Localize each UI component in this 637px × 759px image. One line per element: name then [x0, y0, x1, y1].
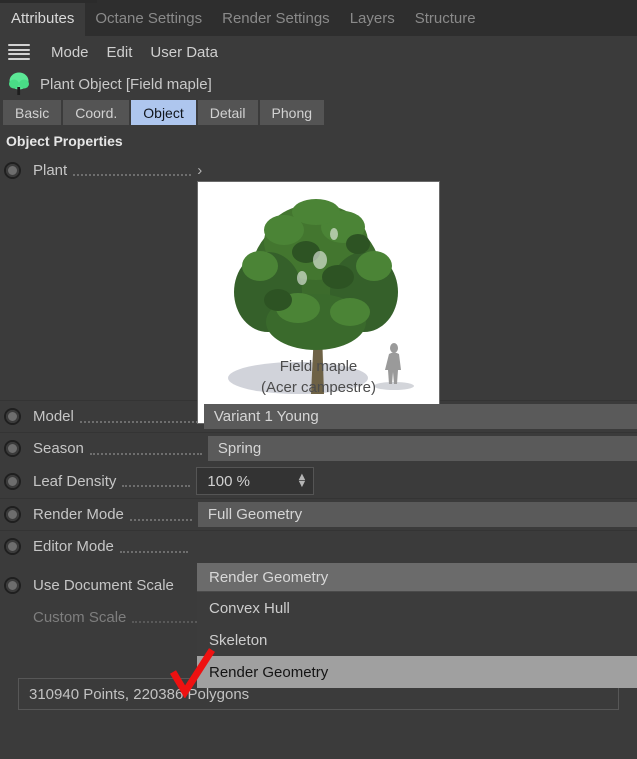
attributes-panel: Attributes Octane Settings Render Settin… [0, 0, 637, 759]
menu-item-user-data[interactable]: User Data [141, 44, 227, 61]
leaf-density-label: Leaf Density [33, 472, 117, 490]
render-mode-select[interactable]: Full Geometry [197, 502, 637, 527]
render-mode-leader-dots [129, 509, 192, 521]
plant-chevron-right-icon[interactable]: › [197, 162, 208, 179]
status-bar-text: 310940 Points, 220386 Polygons [29, 685, 250, 703]
preview-caption-common-name: Field maple [279, 358, 358, 375]
subtab-coord-label: Coord. [75, 104, 118, 121]
season-label: Season [33, 440, 84, 457]
tab-structure-label: Structure [414, 9, 476, 27]
subtab-detail[interactable]: Detail [197, 100, 258, 125]
property-row-leaf-density[interactable]: Leaf Density 100 % ▲ ▼ [0, 464, 637, 498]
property-row-editor-mode[interactable]: Editor Mode [0, 531, 637, 562]
preview-caption-latin-name: (Acer campestre) [260, 379, 377, 396]
tab-octane-settings[interactable]: Octane Settings [85, 0, 212, 36]
menu-item-mode[interactable]: Mode [42, 44, 98, 61]
active-tab-topline [0, 0, 97, 3]
property-row-render-mode[interactable]: Render Mode Full Geometry [0, 499, 637, 530]
tab-layers-label: Layers [349, 9, 395, 27]
property-row-season[interactable]: Season Spring [0, 433, 637, 464]
editor-mode-dropdown-list: Convex Hull Skeleton Render Geometry [197, 591, 637, 688]
use-document-scale-radio-icon[interactable] [4, 576, 21, 594]
leaf-density-stepper[interactable]: 100 % ▲ ▼ [196, 467, 315, 495]
tab-attributes-label: Attributes [11, 9, 75, 27]
tab-bar: Attributes Octane Settings Render Settin… [0, 0, 637, 36]
model-select[interactable]: Variant 1 Young [203, 404, 637, 429]
tab-structure[interactable]: Structure [405, 0, 486, 36]
render-mode-label: Render Mode [33, 506, 124, 523]
tab-octane-settings-label: Octane Settings [95, 9, 203, 27]
custom-scale-leader-dots [132, 611, 205, 623]
menu-item-mode-label: Mode [51, 43, 89, 61]
subtab-basic[interactable]: Basic [3, 100, 62, 125]
use-document-scale-label: Use Document Scale [33, 576, 174, 594]
model-label: Model [33, 408, 74, 425]
section-title-object-properties: Object Properties [6, 133, 123, 149]
property-row-model[interactable]: Model Variant 1 Young [0, 401, 637, 432]
leaf-density-radio-icon[interactable] [4, 472, 21, 490]
menu-bar: Mode Edit User Data [0, 36, 637, 68]
subtab-coord[interactable]: Coord. [63, 100, 130, 125]
menu-item-edit-label: Edit [106, 43, 133, 61]
stepper-arrows-icon[interactable]: ▲ ▼ [297, 472, 308, 490]
editor-mode-label: Editor Mode [33, 538, 114, 555]
dropdown-option-convex-hull[interactable]: Convex Hull [197, 592, 637, 624]
leaf-density-leader-dots [122, 475, 191, 487]
menu-item-edit[interactable]: Edit [98, 44, 142, 61]
tab-render-settings[interactable]: Render Settings [212, 0, 340, 36]
render-mode-radio-icon[interactable] [4, 506, 21, 523]
model-leader-dots [79, 411, 198, 423]
object-header-title: Plant Object [Field maple] [40, 75, 212, 93]
subtab-object[interactable]: Object [131, 100, 196, 125]
editor-mode-leader-dots [119, 541, 188, 553]
subtab-object-label: Object [143, 104, 184, 121]
season-select[interactable]: Spring [207, 436, 637, 461]
editor-mode-radio-icon[interactable] [4, 538, 21, 555]
dropdown-option-render-geometry-label: Render Geometry [209, 663, 329, 681]
hamburger-icon[interactable] [6, 43, 32, 61]
tab-render-settings-label: Render Settings [222, 9, 330, 27]
editor-mode-select-value[interactable]: Render Geometry [197, 563, 637, 591]
season-leader-dots [89, 443, 202, 455]
custom-scale-label: Custom Scale [33, 608, 127, 626]
dropdown-option-convex-hull-label: Convex Hull [209, 599, 290, 617]
object-header: Plant Object [Field maple] [0, 68, 637, 100]
leaf-density-value: 100 % [207, 472, 250, 490]
model-radio-icon[interactable] [4, 408, 21, 425]
subtab-basic-label: Basic [15, 104, 50, 121]
plant-radio-icon[interactable] [4, 161, 21, 179]
dropdown-option-render-geometry[interactable]: Render Geometry [197, 656, 637, 688]
plant-label: Plant [33, 161, 68, 179]
plant-leader-dots [73, 164, 192, 176]
dropdown-option-skeleton-label: Skeleton [209, 631, 268, 649]
season-radio-icon[interactable] [4, 440, 21, 457]
menu-item-user-data-label: User Data [150, 43, 218, 61]
subtab-detail-label: Detail [209, 104, 246, 121]
dropdown-option-skeleton[interactable]: Skeleton [197, 624, 637, 656]
object-subtab-bar: Basic Coord. Object Detail Phong [0, 100, 637, 125]
subtab-phong[interactable]: Phong [259, 100, 325, 125]
tree-icon [9, 72, 29, 95]
tab-layers[interactable]: Layers [340, 0, 405, 36]
subtab-phong-label: Phong [271, 104, 313, 121]
plant-preview-image[interactable]: Field maple (Acer campestre) [197, 181, 440, 424]
tab-attributes[interactable]: Attributes [0, 0, 97, 36]
